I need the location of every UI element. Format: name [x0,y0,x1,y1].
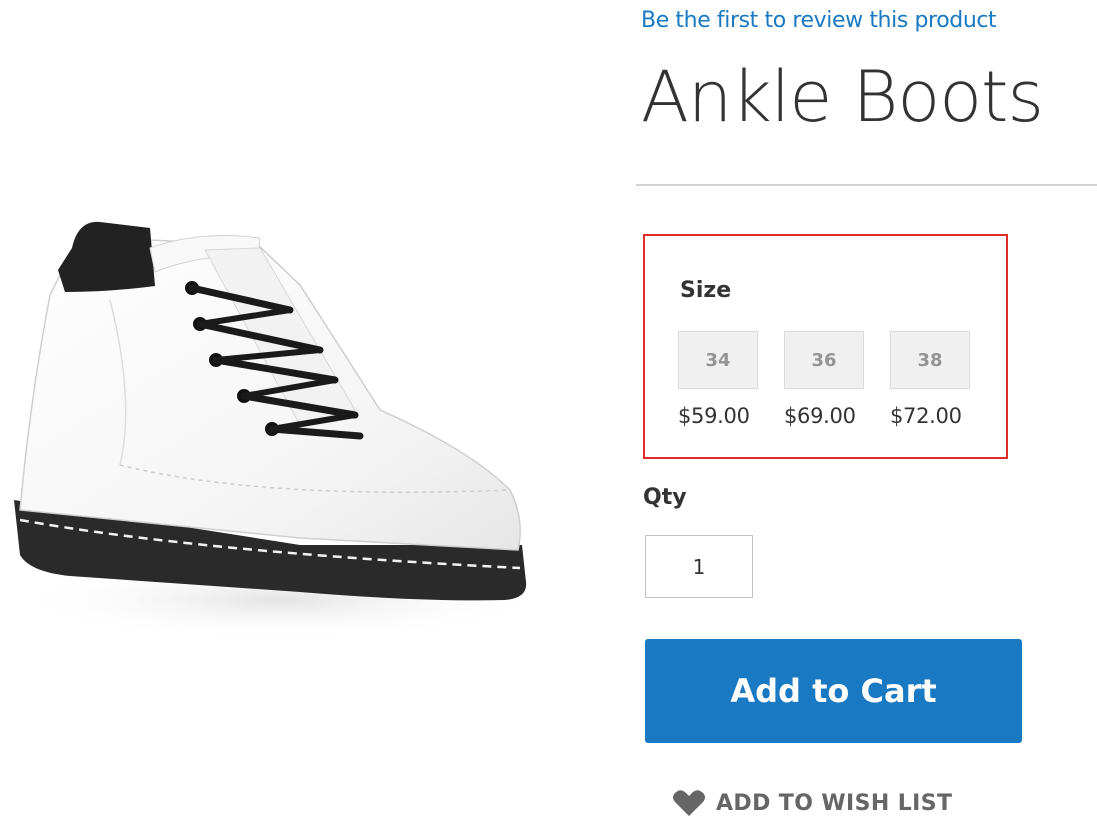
swatch-price-34: $59.00 [678,404,750,428]
review-link[interactable]: Be the first to review this product [641,8,997,33]
heart-icon [673,790,705,816]
product-title: Ankle Boots [641,56,1044,138]
size-swatch-38[interactable]: 38 [890,331,970,389]
product-image[interactable] [0,200,560,660]
swatch-price-36: $69.00 [784,404,856,428]
add-to-cart-button[interactable]: Add to Cart [645,639,1022,743]
qty-input[interactable] [645,535,753,598]
wishlist-label: ADD TO WISH LIST [716,790,953,816]
add-to-wishlist-link[interactable]: ADD TO WISH LIST [672,789,952,816]
size-swatch-34[interactable]: 34 [678,331,758,389]
size-swatch-36[interactable]: 36 [784,331,864,389]
size-option-label: Size [680,278,732,303]
title-divider [636,184,1097,186]
qty-label: Qty [643,485,687,510]
size-options: Size 34 36 38 $59.00 $69.00 $72.00 [643,234,1008,459]
swatch-price-38: $72.00 [890,404,962,428]
